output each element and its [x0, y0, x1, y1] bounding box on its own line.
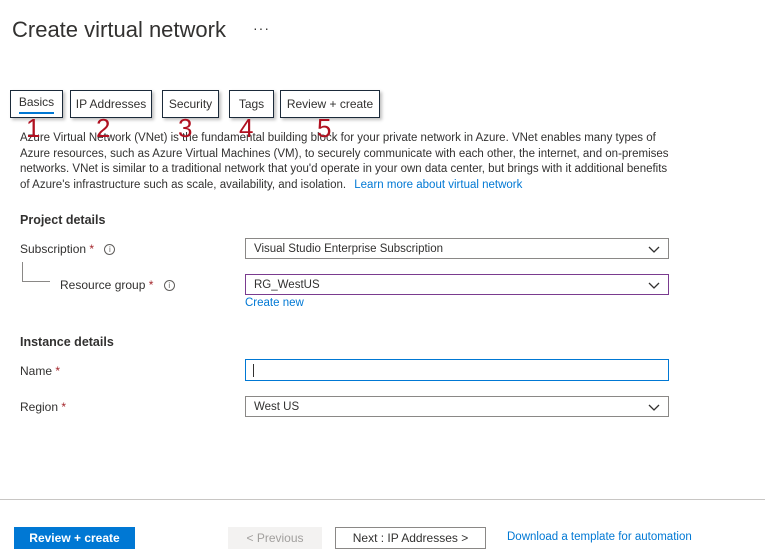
- info-icon[interactable]: i: [104, 244, 116, 255]
- create-new-resource-group-link[interactable]: Create new: [245, 297, 304, 309]
- more-options-button[interactable]: ···: [253, 20, 270, 36]
- next-button[interactable]: Next : IP Addresses >: [335, 527, 486, 549]
- previous-button[interactable]: < Previous: [228, 527, 322, 549]
- tab-security[interactable]: Security: [162, 90, 219, 118]
- region-dropdown[interactable]: West US: [245, 396, 669, 417]
- region-label: Region *: [20, 400, 66, 414]
- project-details-heading: Project details: [20, 213, 106, 227]
- required-marker: *: [55, 364, 61, 378]
- tab-basics-label: Basics: [18, 95, 55, 114]
- tab-basics[interactable]: Basics: [10, 90, 63, 118]
- tab-security-label: Security: [168, 97, 213, 111]
- resource-group-dropdown[interactable]: RG_WestUS: [245, 274, 669, 295]
- required-marker: *: [148, 278, 154, 292]
- resource-group-label: Resource group * i: [60, 278, 175, 292]
- tree-connector-horizontal: [22, 281, 50, 282]
- tab-tags-label: Tags: [238, 97, 265, 111]
- chevron-down-icon: [648, 246, 660, 253]
- tab-ip-addresses-label: IP Addresses: [75, 97, 147, 111]
- chevron-down-icon: [648, 282, 660, 289]
- tab-review-create[interactable]: Review + create: [280, 90, 380, 118]
- download-template-link[interactable]: Download a template for automation: [507, 531, 692, 543]
- required-marker: *: [61, 400, 67, 414]
- region-label-text: Region: [20, 400, 59, 414]
- subscription-label-text: Subscription: [20, 242, 87, 256]
- review-create-button[interactable]: Review + create: [14, 527, 135, 549]
- region-value: West US: [254, 400, 300, 413]
- intro-text: Azure Virtual Network (VNet) is the fund…: [20, 132, 669, 191]
- tab-tags[interactable]: Tags: [229, 90, 274, 118]
- instance-details-heading: Instance details: [20, 335, 114, 349]
- subscription-label: Subscription * i: [20, 242, 116, 256]
- tree-connector-vertical: [22, 262, 23, 281]
- info-icon[interactable]: i: [163, 280, 175, 291]
- page-title: Create virtual network: [12, 17, 226, 42]
- footer-divider: [0, 499, 765, 500]
- resource-group-value: RG_WestUS: [254, 278, 320, 291]
- subscription-dropdown[interactable]: Visual Studio Enterprise Subscription: [245, 238, 669, 259]
- name-label: Name *: [20, 364, 60, 378]
- name-label-text: Name: [20, 364, 53, 378]
- tab-review-create-label: Review + create: [286, 97, 374, 111]
- text-caret: [253, 363, 254, 377]
- subscription-value: Visual Studio Enterprise Subscription: [254, 242, 444, 255]
- required-marker: *: [89, 242, 95, 256]
- name-input[interactable]: [245, 359, 669, 381]
- resource-group-label-text: Resource group: [60, 278, 146, 292]
- learn-more-link[interactable]: Learn more about virtual network: [354, 179, 522, 191]
- tab-ip-addresses[interactable]: IP Addresses: [70, 90, 152, 118]
- chevron-down-icon: [648, 404, 660, 411]
- intro-description: Azure Virtual Network (VNet) is the fund…: [20, 131, 670, 193]
